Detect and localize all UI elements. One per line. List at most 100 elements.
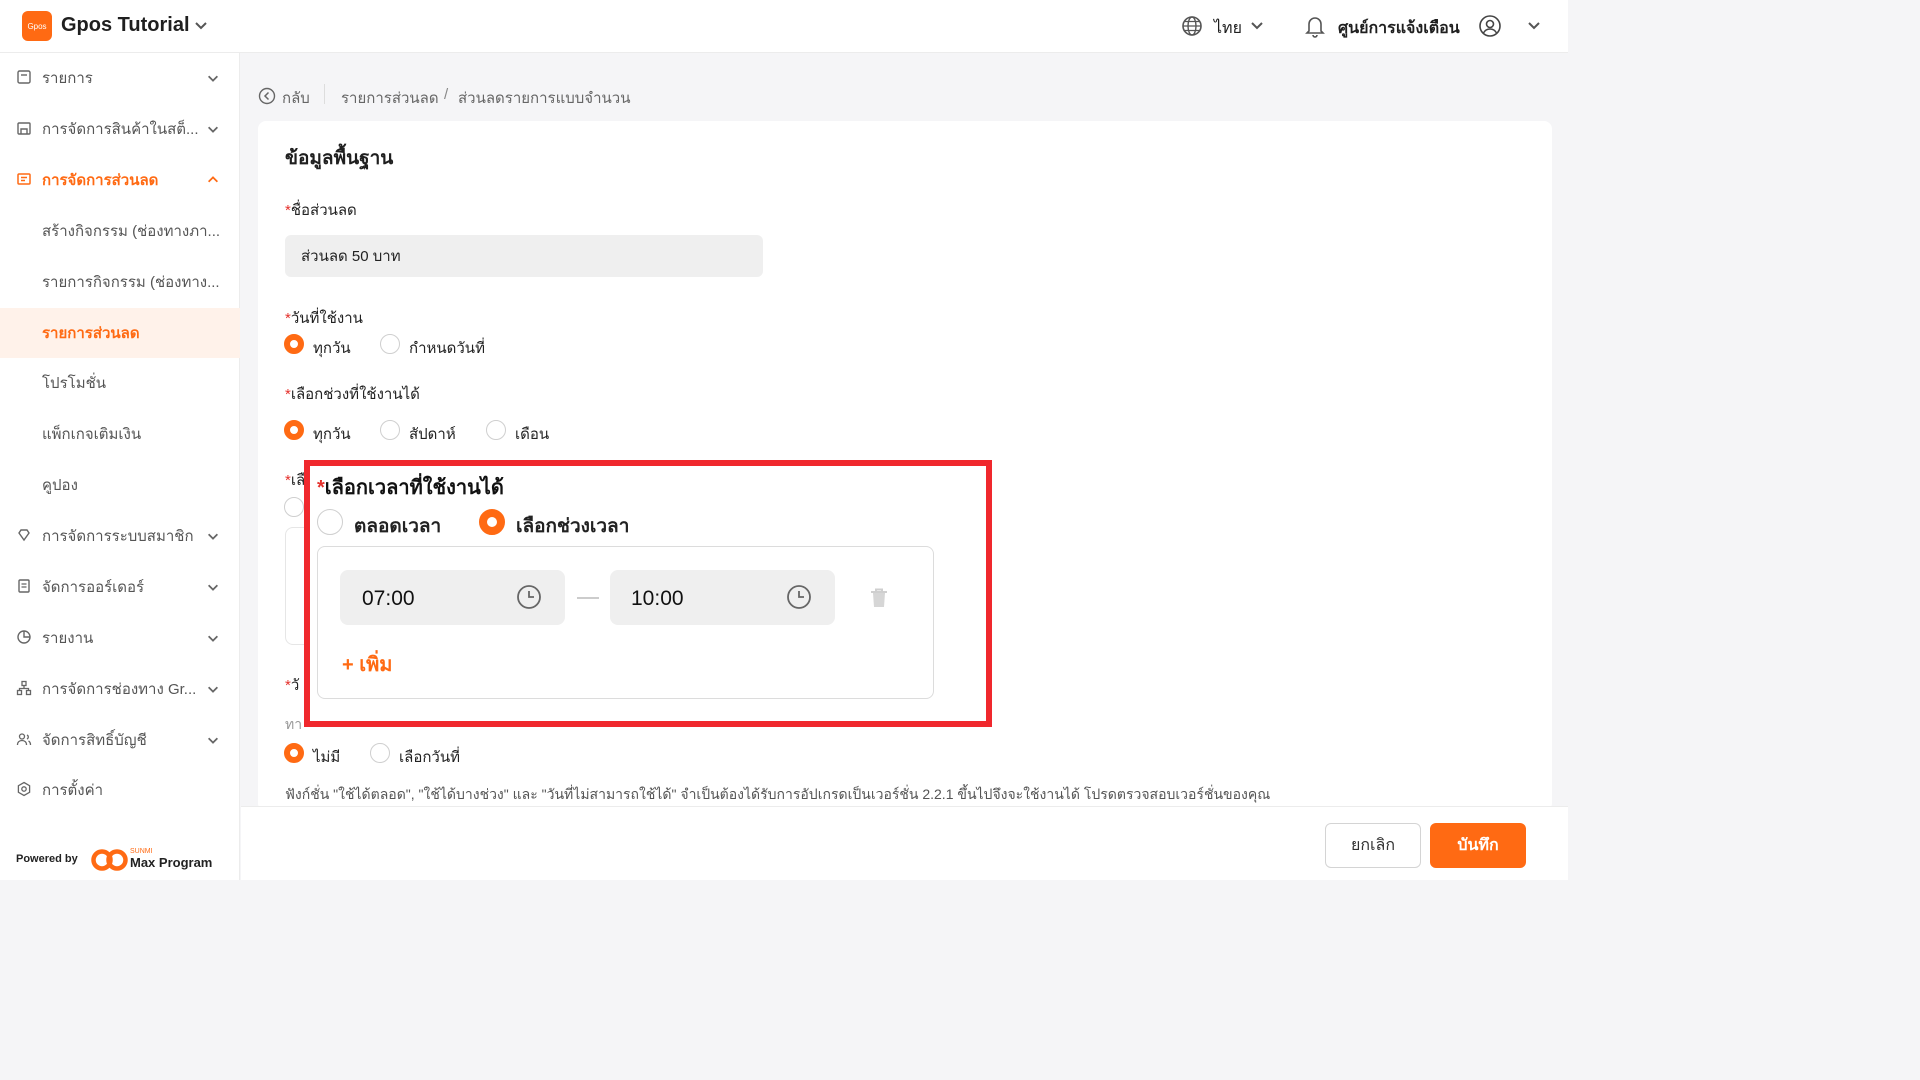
sidebar-item-label: จัดการสิทธิ์บัญชี bbox=[42, 732, 147, 749]
version-note: ฟังก์ชั่น "ใช้ได้ตลอด", "ใช้ได้บางช่วง" … bbox=[285, 786, 1271, 802]
channel-icon bbox=[16, 680, 32, 696]
sidebar-item-label: สร้างกิจกรรม (ช่องทางภา... bbox=[42, 223, 221, 240]
radio-period-every-day[interactable] bbox=[284, 420, 304, 440]
powered-by-label: Powered by bbox=[16, 853, 78, 865]
hidden-field-label: *เลื bbox=[285, 472, 306, 489]
chevron-down-icon bbox=[208, 635, 218, 642]
sidebar-item-label: คูปอง bbox=[42, 477, 78, 494]
radio-label: ทุกวัน bbox=[313, 426, 351, 443]
sidebar-item-activity-list[interactable]: รายการกิจกรรม (ช่องทาง... bbox=[0, 257, 240, 307]
exclude-date-label: *วั bbox=[285, 677, 300, 694]
back-link[interactable]: กลับ bbox=[282, 86, 310, 110]
discount-name-input[interactable] bbox=[285, 235, 763, 277]
order-icon bbox=[18, 579, 30, 593]
sidebar: รายการ การจัดการสินค้าในสต็... การจัดการ… bbox=[0, 53, 240, 880]
radio-specific-date[interactable] bbox=[380, 334, 400, 354]
usage-day-label: *วันที่ใช้งาน bbox=[285, 310, 363, 327]
notification-center-link[interactable]: ศูนย์การแจ้งเตือน bbox=[1338, 16, 1460, 41]
sidebar-item-label: รายงาน bbox=[42, 630, 94, 647]
trash-icon[interactable] bbox=[869, 587, 889, 609]
top-header: Gpos Gpos Tutorial ไทย ศูนย์การแจ้งเตือน bbox=[0, 0, 1568, 53]
chevron-down-icon bbox=[208, 686, 218, 693]
sidebar-item-discount-list[interactable]: รายการส่วนลด bbox=[0, 308, 240, 358]
sidebar-item-topup-packages[interactable]: แพ็กเกจเติมเงิน bbox=[0, 409, 240, 459]
sidebar-item-reports[interactable]: รายงาน bbox=[0, 613, 240, 663]
language-selector[interactable]: ไทย bbox=[1214, 16, 1242, 41]
cancel-button[interactable]: ยกเลิก bbox=[1325, 823, 1421, 868]
brand-name: Max Program bbox=[130, 855, 213, 870]
save-button[interactable]: บันทึก bbox=[1430, 823, 1526, 868]
breadcrumb-discount-list[interactable]: รายการส่วนลด bbox=[341, 86, 439, 110]
sidebar-item-label: โปรโมชั่น bbox=[42, 375, 107, 392]
sidebar-item-settings[interactable]: การตั้งค่า bbox=[0, 765, 240, 815]
sidebar-item-label: การจัดการส่วนลด bbox=[42, 172, 159, 189]
ticket-icon bbox=[17, 173, 31, 185]
section-title: ข้อมูลพื้นฐาน bbox=[285, 148, 394, 169]
store-icon bbox=[17, 122, 31, 135]
user-avatar-icon[interactable] bbox=[1478, 14, 1502, 38]
sidebar-item-label: รายการส่วนลด bbox=[42, 325, 140, 342]
clock-icon[interactable] bbox=[516, 584, 542, 610]
sidebar-item-membership[interactable]: การจัดการระบบสมาชิก bbox=[0, 511, 240, 561]
radio-all-time[interactable] bbox=[317, 509, 343, 535]
radio-label: ตลอดเวลา bbox=[354, 516, 442, 537]
chevron-down-icon[interactable] bbox=[1249, 17, 1265, 33]
sidebar-item-label: การจัดการระบบสมาชิก bbox=[42, 528, 194, 545]
sidebar-item-orders[interactable]: จัดการออร์เดอร์ bbox=[0, 562, 240, 612]
chevron-down-icon[interactable] bbox=[1526, 17, 1542, 33]
sidebar-item-promotions[interactable]: โปรโมชั่น bbox=[0, 358, 240, 408]
radio-label: ทุกวัน bbox=[313, 340, 351, 357]
chevron-down-icon bbox=[208, 584, 218, 591]
radio-exclude-none[interactable] bbox=[284, 743, 304, 763]
brand-logo-icon bbox=[91, 849, 128, 871]
period-label: *เลือกช่วงที่ใช้งานได้ bbox=[285, 386, 420, 403]
back-arrow-icon[interactable] bbox=[258, 87, 276, 105]
sidebar-item-label: แพ็กเกจเติมเงิน bbox=[42, 426, 142, 443]
clock-icon[interactable] bbox=[786, 584, 812, 610]
sidebar-item-discounts[interactable]: การจัดการส่วนลด bbox=[0, 155, 240, 205]
radio-label: เดือน bbox=[515, 426, 550, 443]
chevron-down-icon bbox=[208, 533, 218, 540]
radio-select-time-range[interactable] bbox=[479, 509, 505, 535]
app-title[interactable]: Gpos Tutorial bbox=[61, 14, 190, 37]
bell-icon[interactable] bbox=[1304, 14, 1326, 38]
brand-small-label: SUNMI bbox=[130, 848, 153, 855]
radio-period-month[interactable] bbox=[486, 420, 506, 440]
radio-label: เลือกวันที่ bbox=[399, 749, 460, 766]
sidebar-item-list[interactable]: รายการ bbox=[0, 53, 240, 103]
app-logo[interactable]: Gpos bbox=[22, 11, 52, 41]
chevron-down-icon[interactable] bbox=[193, 17, 209, 33]
users-icon bbox=[16, 733, 32, 746]
sidebar-item-stock[interactable]: การจัดการสินค้าในสต็... bbox=[0, 104, 240, 154]
radio-exclude-select-date[interactable] bbox=[370, 743, 390, 763]
radio-label: เลือกช่วงเวลา bbox=[516, 516, 630, 537]
list-icon bbox=[17, 70, 31, 84]
chevron-down-icon bbox=[208, 75, 218, 82]
sidebar-item-label: การจัดการช่องทาง Gr... bbox=[42, 681, 197, 698]
exclude-date-hint: ทา bbox=[285, 716, 303, 732]
chevron-up-icon bbox=[208, 176, 218, 183]
radio-label: กำหนดวันที่ bbox=[409, 340, 485, 357]
globe-icon[interactable] bbox=[1181, 15, 1203, 37]
breadcrumb-separator: / bbox=[444, 86, 449, 103]
time-section-label: *เลือกเวลาที่ใช้งานได้ bbox=[317, 477, 504, 499]
sidebar-item-create-activity[interactable]: สร้างกิจกรรม (ช่องทางภา... bbox=[0, 206, 240, 256]
chevron-down-icon bbox=[208, 126, 218, 133]
sidebar-item-label: การตั้งค่า bbox=[42, 782, 104, 799]
end-time-value: 10:00 bbox=[631, 587, 684, 610]
sidebar-item-label: จัดการออร์เดอร์ bbox=[42, 579, 145, 596]
start-time-value: 07:00 bbox=[362, 587, 415, 610]
sidebar-item-channels[interactable]: การจัดการช่องทาง Gr... bbox=[0, 664, 240, 714]
hidden-radio[interactable] bbox=[284, 497, 304, 517]
add-time-range-button[interactable]: + เพิ่ม bbox=[342, 648, 392, 680]
sidebar-item-coupons[interactable]: คูปอง bbox=[0, 460, 240, 510]
chevron-down-icon bbox=[208, 737, 218, 744]
sidebar-item-label: การจัดการสินค้าในสต็... bbox=[42, 121, 199, 138]
radio-every-day[interactable] bbox=[284, 334, 304, 354]
sidebar-item-label: รายการกิจกรรม (ช่องทาง... bbox=[42, 274, 220, 291]
breadcrumb-divider bbox=[324, 84, 325, 104]
time-range-separator bbox=[577, 597, 599, 599]
sidebar-item-permissions[interactable]: จัดการสิทธิ์บัญชี bbox=[0, 715, 240, 765]
settings-icon bbox=[17, 781, 31, 797]
radio-period-week[interactable] bbox=[380, 420, 400, 440]
